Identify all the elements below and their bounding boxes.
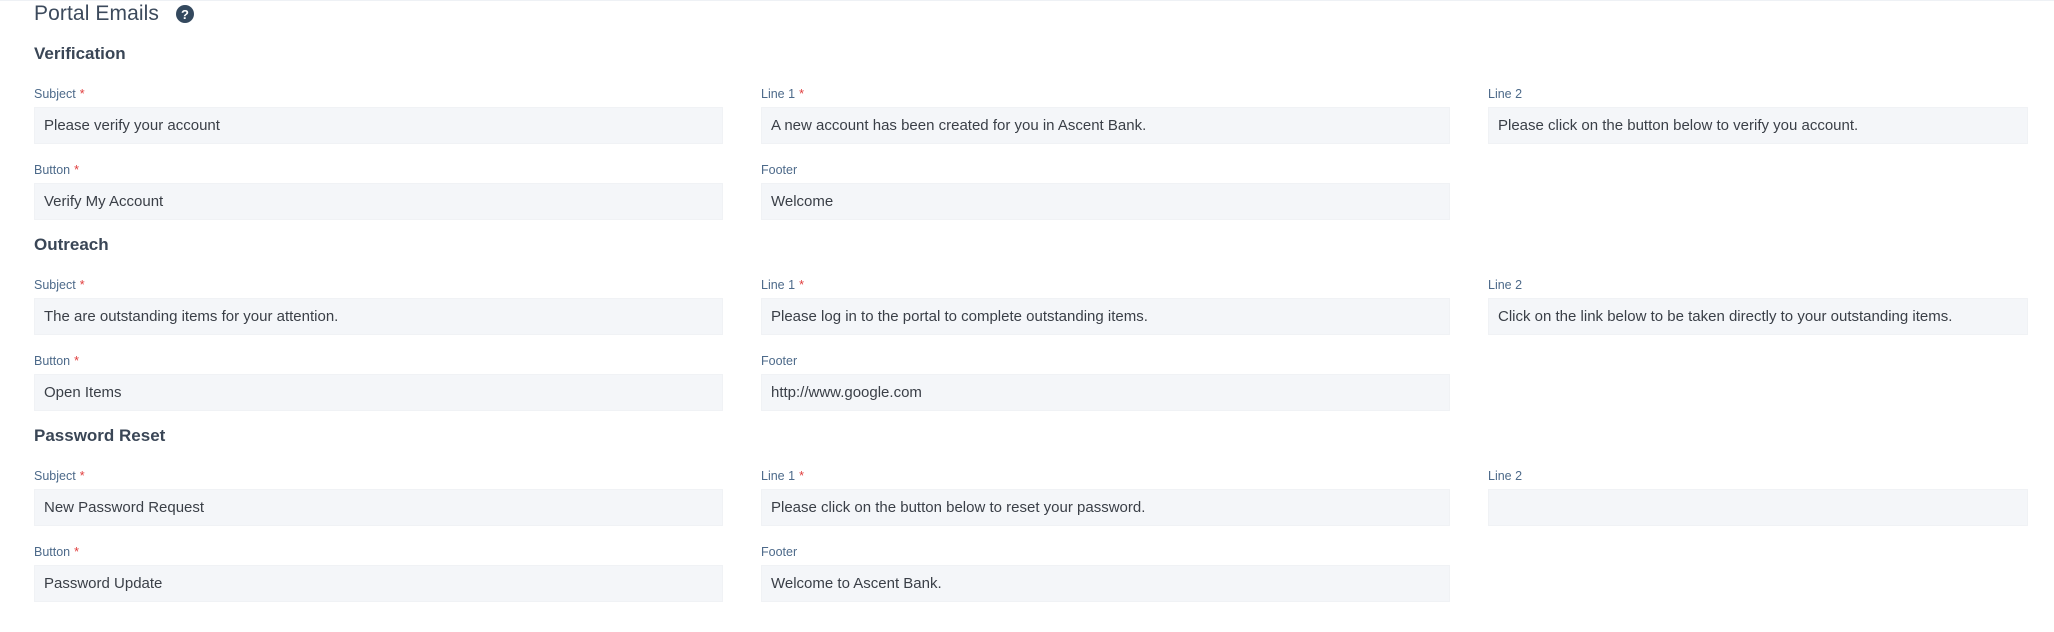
field-label: Footer bbox=[761, 163, 798, 177]
outreach-line2-field: Line 2 Click on the link below to be tak… bbox=[1488, 277, 2028, 335]
password-reset-line2-input[interactable] bbox=[1488, 489, 2028, 526]
top-divider bbox=[0, 0, 2054, 1]
password-reset-footer-field: Footer Welcome to Ascent Bank. bbox=[761, 544, 1450, 602]
verification-footer-input[interactable]: Welcome bbox=[761, 183, 1450, 220]
field-label: Line 2 bbox=[1488, 278, 1523, 292]
section-title-verification: Verification bbox=[34, 44, 126, 63]
required-marker: * bbox=[79, 87, 85, 101]
required-marker: * bbox=[74, 354, 80, 368]
password-reset-button-field: Button * Password Update bbox=[34, 544, 723, 602]
field-label: Subject * bbox=[34, 87, 85, 101]
field-label: Subject * bbox=[34, 469, 85, 483]
section-title-password-reset: Password Reset bbox=[34, 426, 166, 445]
required-marker: * bbox=[799, 469, 804, 483]
outreach-subject-input[interactable]: The are outstanding items for your atten… bbox=[34, 298, 723, 335]
field-label: Line 1 * bbox=[761, 469, 804, 483]
password-reset-footer-input[interactable]: Welcome to Ascent Bank. bbox=[761, 565, 1450, 602]
password-reset-line1-field: Line 1 * Please click on the button below… bbox=[761, 468, 1450, 526]
section-title-outreach: Outreach bbox=[34, 235, 109, 254]
outreach-line1-input[interactable]: Please log in to the portal to complete … bbox=[761, 298, 1450, 335]
field-label: Button * bbox=[34, 354, 80, 368]
password-reset-button-input[interactable]: Password Update bbox=[34, 565, 723, 602]
outreach-footer-field: Footer http://www.google.com bbox=[761, 353, 1450, 411]
password-reset-subject-field: Subject * New Password Request bbox=[34, 468, 723, 526]
required-marker: * bbox=[79, 469, 85, 483]
verification-line1-input[interactable]: A new account has been created for you i… bbox=[761, 107, 1450, 144]
field-label: Subject * bbox=[34, 278, 85, 292]
field-label: Button * bbox=[34, 163, 80, 177]
verification-button-input[interactable]: Verify My Account bbox=[34, 183, 723, 220]
outreach-line1-field: Line 1 * Please log in to the portal to c… bbox=[761, 277, 1450, 335]
verification-subject-input[interactable]: Please verify your account bbox=[34, 107, 723, 144]
help-icon[interactable]: ? bbox=[176, 5, 195, 23]
field-label: Line 1 * bbox=[761, 87, 804, 101]
required-marker: * bbox=[74, 163, 80, 177]
field-label: Button * bbox=[34, 545, 80, 559]
verification-line2-input[interactable]: Please click on the button below to veri… bbox=[1488, 107, 2028, 144]
password-reset-line2-field: Line 2 bbox=[1488, 468, 2028, 526]
outreach-line2-input[interactable]: Click on the link below to be taken dire… bbox=[1488, 298, 2028, 335]
required-marker: * bbox=[74, 545, 80, 559]
page-header: Portal Emails ? bbox=[34, 0, 195, 28]
required-marker: * bbox=[799, 278, 804, 292]
outreach-button-field: Button * Open Items bbox=[34, 353, 723, 411]
outreach-subject-field: Subject * The are outstanding items for y… bbox=[34, 277, 723, 335]
required-marker: * bbox=[79, 278, 85, 292]
outreach-button-input[interactable]: Open Items bbox=[34, 374, 723, 411]
field-label: Footer bbox=[761, 545, 798, 559]
outreach-footer-input[interactable]: http://www.google.com bbox=[761, 374, 1450, 411]
password-reset-subject-input[interactable]: New Password Request bbox=[34, 489, 723, 526]
field-label: Line 1 * bbox=[761, 278, 804, 292]
verification-footer-field: Footer Welcome bbox=[761, 162, 1450, 220]
field-label: Line 2 bbox=[1488, 469, 1523, 483]
verification-line2-field: Line 2 Please click on the button below … bbox=[1488, 86, 2028, 144]
field-label: Line 2 bbox=[1488, 87, 1523, 101]
page-title: Portal Emails bbox=[34, 2, 160, 25]
password-reset-line1-input[interactable]: Please click on the button below to rese… bbox=[761, 489, 1450, 526]
verification-subject-field: Subject * Please verify your account bbox=[34, 86, 723, 144]
field-label: Footer bbox=[761, 354, 798, 368]
verification-line1-field: Line 1 * A new account has been created f… bbox=[761, 86, 1450, 144]
required-marker: * bbox=[799, 87, 804, 101]
verification-button-field: Button * Verify My Account bbox=[34, 162, 723, 220]
